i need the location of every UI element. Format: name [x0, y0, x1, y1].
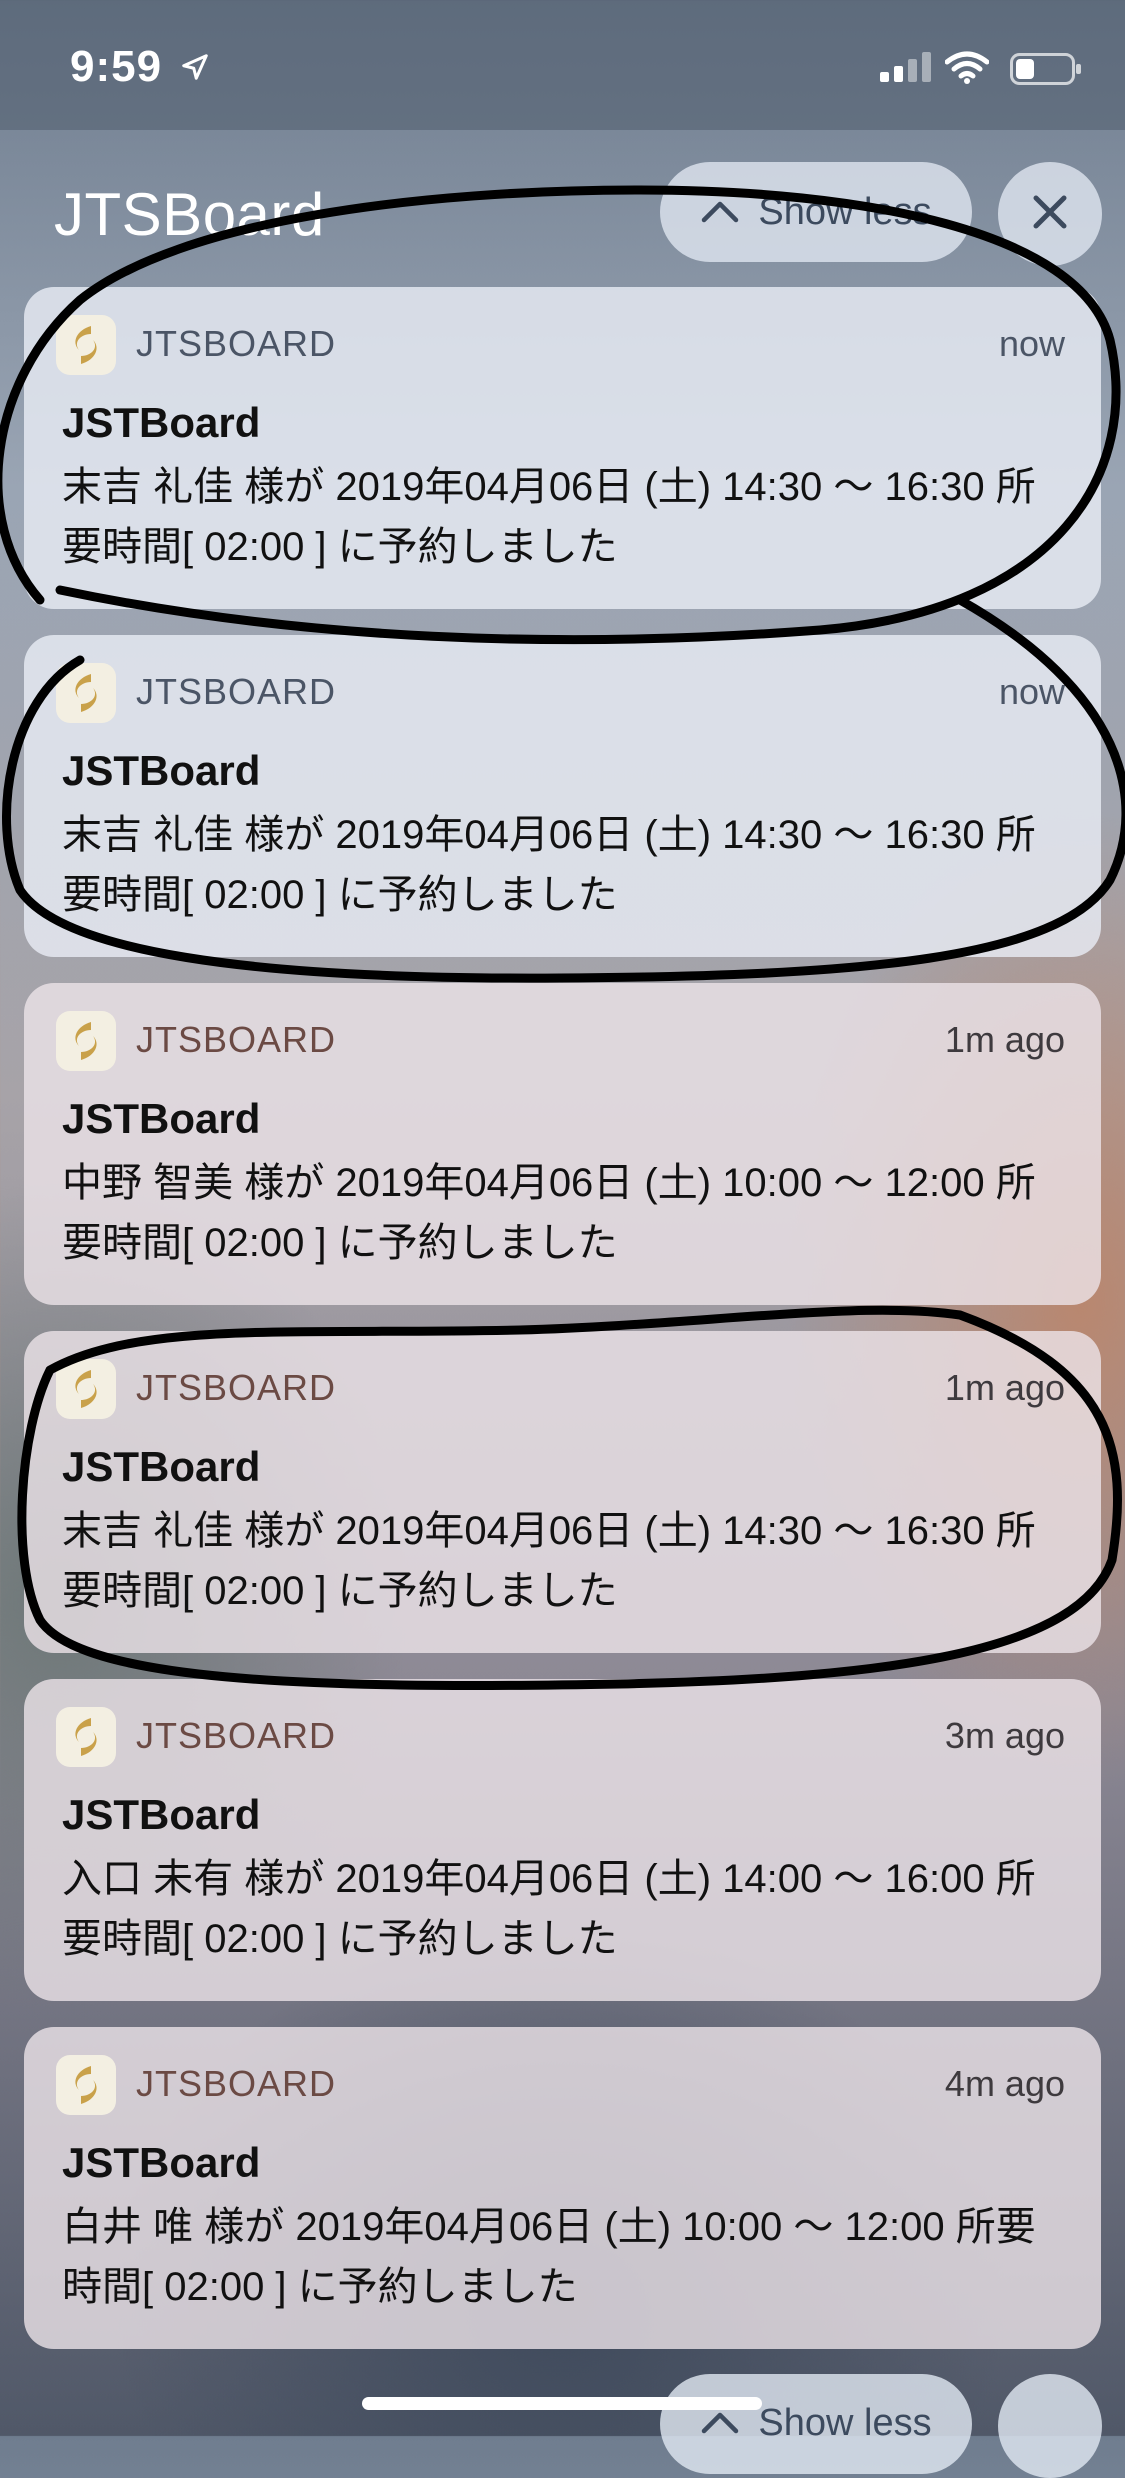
notification-time: now	[998, 323, 1065, 364]
notification-card[interactable]: JTSBOARD 1m ago JSTBoard 中野 智美 様が 2019年0…	[24, 983, 1101, 1305]
notification-body: 中野 智美 様が 2019年04月06日 (土) 10:00 〜 12:00 所…	[62, 1161, 1036, 1265]
notification-title: JSTBoard	[62, 1443, 261, 1490]
notification-card[interactable]: JTSBOARD now JSTBoard 末吉 礼佳 様が 2019年04月0…	[24, 635, 1101, 957]
notification-title: JSTBoard	[62, 747, 261, 794]
status-bar: 9:59	[0, 0, 1125, 130]
notification-body: 末吉 礼佳 様が 2019年04月06日 (土) 14:30 〜 16:30 所…	[62, 813, 1036, 917]
show-less-label: Show less	[758, 2402, 932, 2444]
close-icon	[1030, 192, 1070, 237]
notification-title: JSTBoard	[62, 2139, 261, 2186]
notification-card[interactable]: JTSBOARD now JSTBoard 末吉 礼佳 様が 2019年04月0…	[24, 287, 1101, 609]
notification-body: 末吉 礼佳 様が 2019年04月06日 (土) 14:30 〜 16:30 所…	[62, 465, 1036, 569]
cellular-signal-icon	[880, 52, 934, 87]
notification-body: 白井 唯 様が 2019年04月06日 (土) 10:00 〜 12:00 所要…	[62, 2205, 1036, 2309]
notification-time: 4m ago	[944, 2063, 1065, 2104]
notification-title: JSTBoard	[62, 399, 261, 446]
battery-icon	[1010, 53, 1082, 90]
notification-body: 末吉 礼佳 様が 2019年04月06日 (土) 14:30 〜 16:30 所…	[62, 1509, 1036, 1613]
home-indicator[interactable]	[362, 2397, 762, 2410]
notification-time: now	[998, 671, 1065, 712]
jtsboard-app-icon	[56, 1707, 116, 1767]
location-arrow-icon	[180, 52, 210, 87]
chevron-up-icon	[700, 191, 740, 234]
notification-app-name: JTSBOARD	[136, 1715, 337, 1756]
notification-card[interactable]: JTSBOARD 4m ago JSTBoard 白井 唯 様が 2019年04…	[24, 2027, 1101, 2349]
notification-app-name: JTSBOARD	[136, 2063, 337, 2104]
wifi-icon	[944, 50, 990, 89]
notification-title: JSTBoard	[62, 1095, 261, 1142]
notification-time: 1m ago	[944, 1019, 1065, 1060]
notification-title: JSTBoard	[62, 1791, 261, 1838]
show-less-button-bottom[interactable]: Show less	[660, 2374, 972, 2474]
notification-app-name: JTSBOARD	[136, 1367, 337, 1408]
notification-app-name: JTSBOARD	[136, 1019, 337, 1060]
notification-app-name: JTSBOARD	[136, 323, 337, 364]
notification-body: 入口 未有 様が 2019年04月06日 (土) 14:00 〜 16:00 所…	[62, 1857, 1036, 1961]
jtsboard-app-icon	[56, 2055, 116, 2115]
jtsboard-app-icon	[56, 663, 116, 723]
show-less-label: Show less	[758, 190, 932, 233]
clear-group-button-bottom[interactable]	[998, 2374, 1102, 2478]
jtsboard-app-icon	[56, 1011, 116, 1071]
notification-card[interactable]: JTSBOARD 3m ago JSTBoard 入口 未有 様が 2019年0…	[24, 1679, 1101, 2001]
clear-group-button[interactable]	[998, 162, 1102, 266]
notification-time: 3m ago	[944, 1715, 1065, 1756]
jtsboard-app-icon	[56, 315, 116, 375]
show-less-button[interactable]: Show less	[660, 162, 972, 262]
jtsboard-app-icon	[56, 1359, 116, 1419]
notification-card[interactable]: JTSBOARD 1m ago JSTBoard 末吉 礼佳 様が 2019年0…	[24, 1331, 1101, 1653]
notification-app-name: JTSBOARD	[136, 671, 337, 712]
notification-time: 1m ago	[944, 1367, 1065, 1408]
notification-group-title: JTSBoard	[54, 181, 325, 248]
status-time: 9:59	[70, 42, 163, 91]
